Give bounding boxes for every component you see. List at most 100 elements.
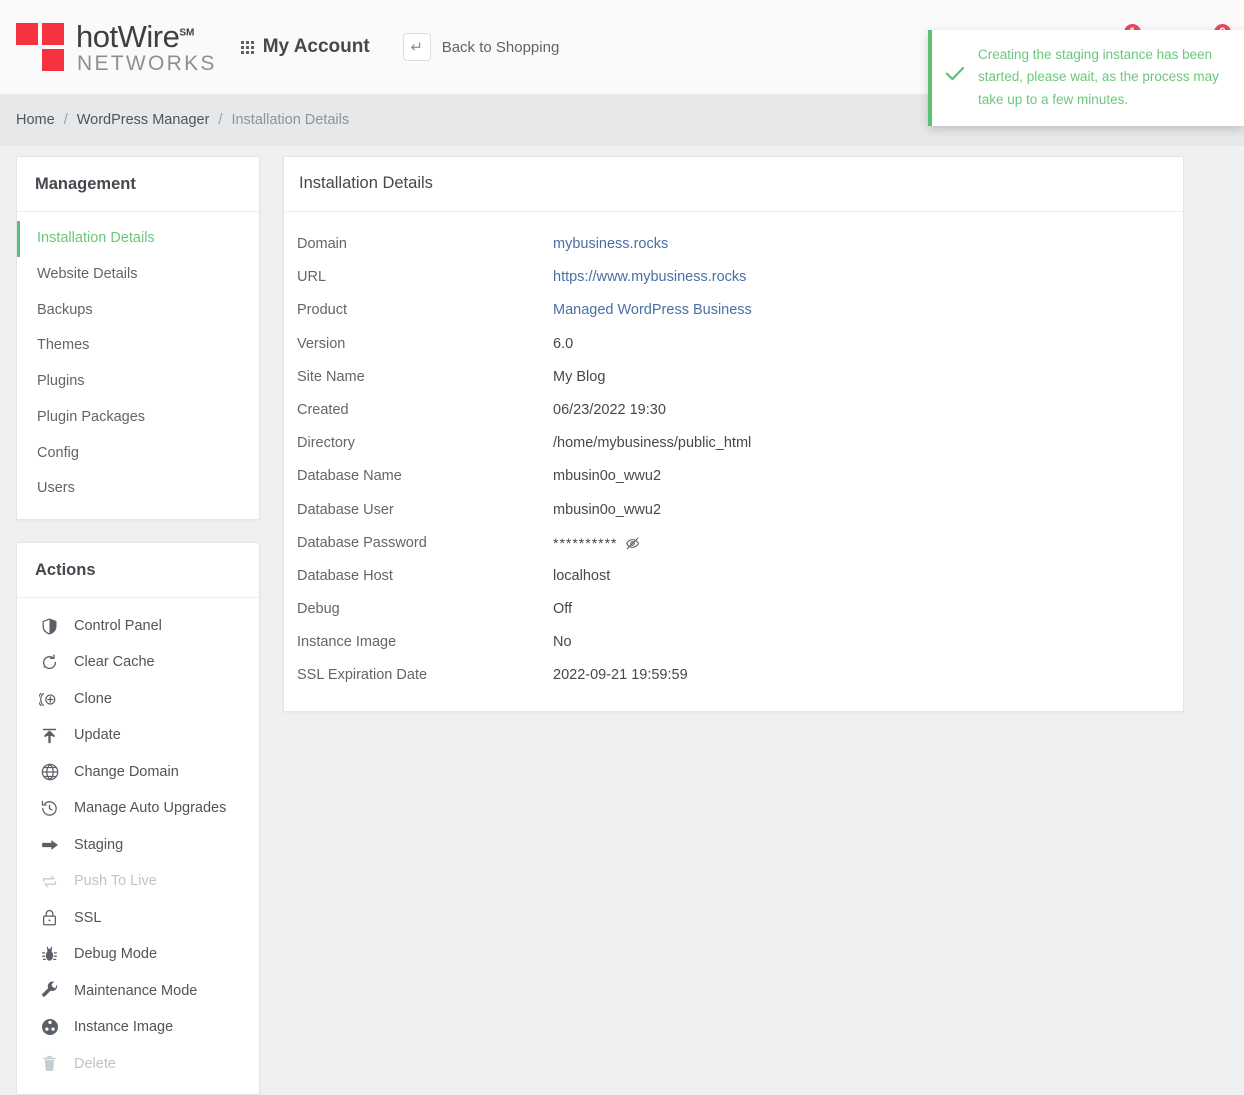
password-masked-value: ********** bbox=[553, 535, 618, 552]
detail-value: Managed WordPress Business bbox=[553, 299, 752, 322]
detail-row-ssl-expiration-date: SSL Expiration Date 2022-09-21 19:59:59 bbox=[284, 659, 1183, 692]
toast-message: Creating the staging instance has been s… bbox=[978, 47, 1219, 107]
actions-panel: Actions Control Panel Clear Cache Clone … bbox=[16, 542, 260, 1095]
action-label: Manage Auto Upgrades bbox=[74, 800, 227, 817]
logo-servicemark: SM bbox=[179, 27, 195, 39]
action-clear-cache[interactable]: Clear Cache bbox=[17, 644, 259, 680]
detail-label: URL bbox=[297, 269, 327, 286]
detail-row-directory: Directory /home/mybusiness/public_html bbox=[284, 427, 1183, 460]
globe-icon bbox=[39, 762, 60, 783]
detail-label: Database Host bbox=[297, 567, 393, 584]
detail-row-site-name: Site Name My Blog bbox=[284, 361, 1183, 394]
detail-label: Directory bbox=[297, 435, 356, 452]
sidebar-item-plugin-packages[interactable]: Plugin Packages bbox=[17, 400, 259, 436]
action-manage-auto-upgrades[interactable]: Manage Auto Upgrades bbox=[17, 790, 259, 826]
swap-arrows-icon bbox=[39, 871, 60, 892]
logo-wordmark-text: hotWire bbox=[76, 18, 180, 54]
detail-value: My Blog bbox=[553, 368, 606, 385]
detail-value: Off bbox=[553, 601, 573, 618]
detail-label: Site Name bbox=[297, 368, 365, 385]
detail-value: mybusiness.rocks bbox=[553, 233, 668, 256]
logo-squares-icon bbox=[16, 19, 68, 75]
actions-panel-title: Actions bbox=[17, 543, 259, 598]
action-label: Maintenance Mode bbox=[74, 982, 198, 999]
detail-label: Product bbox=[297, 302, 347, 319]
enter-key-icon: ↵ bbox=[402, 33, 431, 61]
detail-value: mbusin0o_wwu2 bbox=[553, 468, 662, 485]
detail-label: Created bbox=[297, 401, 349, 418]
brand-logo[interactable]: hotWireSM NETWORKS bbox=[16, 19, 217, 75]
sidebar-item-plugins[interactable]: Plugins bbox=[17, 364, 259, 400]
breadcrumb-item-home[interactable]: Home bbox=[16, 112, 55, 128]
clone-plus-icon bbox=[39, 689, 60, 710]
action-instance-image[interactable]: Instance Image bbox=[17, 1009, 259, 1045]
detail-value: 06/23/2022 19:30 bbox=[553, 401, 666, 418]
action-clone[interactable]: Clone bbox=[17, 681, 259, 717]
detail-row-database-host: Database Host localhost bbox=[284, 560, 1183, 593]
detail-row-url: URL https://www.mybusiness.rocks bbox=[284, 261, 1183, 294]
detail-value: mbusin0o_wwu2 bbox=[553, 501, 662, 518]
domain-link[interactable]: mybusiness.rocks bbox=[553, 233, 668, 256]
action-push-to-live: Push To Live bbox=[17, 863, 259, 899]
main-content: Installation Details Domain mybusiness.r… bbox=[283, 156, 1184, 712]
url-link[interactable]: https://www.mybusiness.rocks bbox=[553, 266, 746, 289]
action-label: Clear Cache bbox=[74, 654, 155, 671]
sidebar-item-installation-details[interactable]: Installation Details bbox=[17, 221, 259, 257]
sidebar-item-config[interactable]: Config bbox=[17, 436, 259, 472]
action-debug-mode[interactable]: Debug Mode bbox=[17, 936, 259, 972]
logo-wordmark: hotWireSM bbox=[76, 21, 194, 52]
detail-value: /home/mybusiness/public_html bbox=[553, 435, 752, 452]
action-label: Staging bbox=[74, 836, 124, 853]
detail-label: Database Name bbox=[297, 468, 402, 485]
my-account-label: My Account bbox=[262, 36, 370, 57]
arrow-right-icon bbox=[39, 835, 60, 856]
toast-notification[interactable]: Creating the staging instance has been s… bbox=[928, 30, 1244, 126]
detail-label: Database Password bbox=[297, 534, 427, 551]
detail-value: localhost bbox=[553, 567, 611, 584]
sidebar: Management Installation Details Website … bbox=[16, 156, 260, 1095]
installation-details-list: Domain mybusiness.rocks URL https://www.… bbox=[284, 212, 1183, 711]
action-change-domain[interactable]: Change Domain bbox=[17, 754, 259, 790]
lock-icon bbox=[39, 907, 60, 928]
detail-label: Database User bbox=[297, 501, 394, 518]
action-label: SSL bbox=[74, 909, 102, 926]
action-label: Clone bbox=[74, 690, 112, 707]
sidebar-item-users[interactable]: Users bbox=[17, 471, 259, 507]
check-icon bbox=[932, 44, 978, 86]
action-update[interactable]: Update bbox=[17, 717, 259, 753]
back-to-shopping-label: Back to Shopping bbox=[441, 38, 560, 56]
detail-row-database-name: Database Name mbusin0o_wwu2 bbox=[284, 460, 1183, 493]
shield-icon bbox=[39, 616, 60, 637]
action-label: Delete bbox=[74, 1055, 116, 1072]
detail-value: 6.0 bbox=[553, 335, 574, 352]
sidebar-item-backups[interactable]: Backups bbox=[17, 293, 259, 329]
action-maintenance-mode[interactable]: Maintenance Mode bbox=[17, 973, 259, 1009]
action-label: Change Domain bbox=[74, 763, 179, 780]
bug-icon bbox=[39, 944, 60, 965]
breadcrumb-item-wordpress-manager[interactable]: WordPress Manager bbox=[77, 112, 210, 128]
trash-icon bbox=[39, 1053, 60, 1074]
my-account-button[interactable]: My Account bbox=[240, 36, 370, 58]
action-control-panel[interactable]: Control Panel bbox=[17, 608, 259, 644]
action-ssl[interactable]: SSL bbox=[17, 900, 259, 936]
detail-value: 2022-09-21 19:59:59 bbox=[553, 667, 688, 684]
wrench-icon bbox=[39, 980, 60, 1001]
product-link[interactable]: Managed WordPress Business bbox=[553, 299, 752, 322]
sidebar-item-website-details[interactable]: Website Details bbox=[17, 257, 259, 293]
back-to-shopping-button[interactable]: ↵ Back to Shopping bbox=[402, 33, 560, 61]
grid-apps-icon bbox=[240, 40, 254, 54]
action-label: Update bbox=[74, 727, 121, 744]
eye-off-icon[interactable] bbox=[625, 536, 640, 551]
detail-label: Domain bbox=[297, 236, 347, 252]
detail-label: Debug bbox=[297, 601, 340, 618]
breadcrumb-item-installation-details: Installation Details bbox=[231, 112, 350, 128]
sidebar-item-themes[interactable]: Themes bbox=[17, 328, 259, 364]
detail-row-product: Product Managed WordPress Business bbox=[284, 294, 1183, 327]
action-label: Instance Image bbox=[74, 1019, 174, 1036]
management-menu: Installation Details Website Details Bac… bbox=[17, 212, 259, 519]
page-title: Installation Details bbox=[284, 157, 1183, 212]
management-panel-title: Management bbox=[17, 157, 259, 212]
action-label: Push To Live bbox=[74, 873, 157, 890]
upload-arrow-icon bbox=[39, 725, 60, 746]
action-staging[interactable]: Staging bbox=[17, 827, 259, 863]
